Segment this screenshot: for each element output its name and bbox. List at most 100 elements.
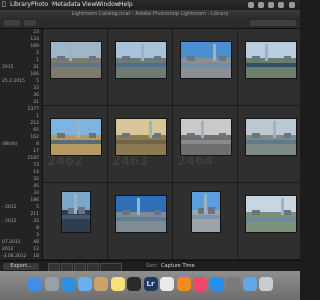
app-store-icon[interactable] bbox=[209, 277, 224, 291]
folder-row[interactable]: 2 bbox=[0, 50, 42, 57]
photo-thumbnail[interactable] bbox=[180, 118, 232, 156]
menu-metadata[interactable]: Metadata bbox=[52, 0, 80, 10]
grid-cell[interactable]: 2462 bbox=[43, 106, 108, 183]
folder-row[interactable]: (Wirth) 8 bbox=[0, 141, 42, 148]
photo-thumbnail[interactable] bbox=[245, 195, 297, 233]
folder-row[interactable]: 166 bbox=[0, 71, 42, 78]
safari-icon[interactable] bbox=[61, 277, 75, 291]
photos-icon[interactable] bbox=[160, 277, 174, 291]
menu-photo[interactable]: Photo bbox=[31, 0, 48, 10]
folder-count: 48 bbox=[33, 240, 39, 245]
folder-row[interactable]: 17 bbox=[0, 148, 42, 155]
finder-icon[interactable] bbox=[28, 277, 42, 291]
folder-row[interactable]: 211 bbox=[0, 211, 42, 218]
photo-thumbnail[interactable] bbox=[61, 191, 91, 233]
cell-index-number: 2464 bbox=[177, 154, 214, 169]
top-toolbar bbox=[0, 18, 300, 29]
vlc-icon[interactable] bbox=[176, 277, 191, 291]
menu-view[interactable]: View bbox=[82, 0, 96, 10]
wifi-icon[interactable] bbox=[258, 2, 264, 8]
folder-row[interactable]: 36 bbox=[0, 92, 42, 99]
grid-cell[interactable] bbox=[108, 29, 173, 106]
folder-count: 31 bbox=[33, 100, 39, 105]
folder-row[interactable]: 2187 bbox=[0, 155, 42, 162]
folder-count: 1 bbox=[36, 114, 39, 119]
folder-row[interactable]: 14 bbox=[0, 169, 42, 176]
menu-help[interactable]: Help bbox=[119, 0, 133, 10]
search-icon[interactable] bbox=[289, 2, 295, 8]
photo-thumbnail[interactable] bbox=[50, 41, 102, 79]
grid-cell[interactable] bbox=[108, 183, 173, 260]
grid-cell[interactable] bbox=[173, 183, 238, 260]
folder-count: 31 bbox=[33, 65, 39, 70]
folder-label: 07.2015 bbox=[2, 240, 21, 245]
folder-row[interactable]: 1 bbox=[0, 57, 42, 64]
photo-thumbnail[interactable] bbox=[245, 118, 297, 156]
music-icon[interactable] bbox=[193, 277, 207, 291]
folder-row[interactable]: -3.08.2012 18 bbox=[0, 253, 42, 260]
folder-count: 2187 bbox=[27, 156, 39, 161]
photo-thumbnail[interactable] bbox=[50, 118, 102, 156]
launchpad-icon[interactable] bbox=[44, 277, 59, 291]
folder-row[interactable]: 33 bbox=[0, 85, 42, 92]
folder-row[interactable]: 3 bbox=[0, 232, 42, 239]
grid-cell[interactable]: 2464 bbox=[173, 106, 238, 183]
grid-cell[interactable] bbox=[173, 29, 238, 106]
mail-icon[interactable] bbox=[77, 277, 92, 291]
folder-row[interactable]: 186 bbox=[0, 197, 42, 204]
grid-cell[interactable] bbox=[43, 29, 108, 106]
toolbar-button[interactable] bbox=[250, 20, 296, 26]
grid-cell[interactable] bbox=[238, 183, 300, 260]
photo-thumbnail[interactable] bbox=[115, 41, 167, 79]
folder-row[interactable]: 169 bbox=[0, 43, 42, 50]
photo-thumbnail[interactable] bbox=[115, 118, 167, 156]
system-preferences-icon[interactable] bbox=[226, 277, 240, 291]
photo-thumbnail[interactable] bbox=[115, 195, 167, 233]
grid-cell[interactable] bbox=[238, 29, 300, 106]
contacts-icon[interactable] bbox=[94, 277, 108, 291]
menu-window[interactable]: Window bbox=[96, 0, 120, 10]
folder-row[interactable]: 73 bbox=[0, 162, 42, 169]
folder-row[interactable]: 31 bbox=[0, 99, 42, 106]
export-button[interactable]: Export... bbox=[3, 263, 39, 270]
volume-icon[interactable] bbox=[278, 2, 284, 8]
photo-thumbnail[interactable] bbox=[191, 191, 221, 233]
folder-count: 8 bbox=[36, 226, 39, 231]
folder-row[interactable]: 32 bbox=[0, 176, 42, 183]
notes-icon[interactable] bbox=[110, 277, 125, 291]
folder-row[interactable]: 162 bbox=[0, 134, 42, 141]
folder-row[interactable]: 1377 bbox=[0, 106, 42, 113]
folder-row[interactable]: 45 bbox=[0, 183, 42, 190]
trash-icon[interactable] bbox=[259, 277, 273, 291]
folder-row[interactable]: 65 bbox=[0, 127, 42, 134]
folder-row[interactable]: - 2012 5 bbox=[0, 204, 42, 211]
folder-row[interactable]: 2015 31 bbox=[0, 64, 42, 71]
folder-row[interactable]: 212 bbox=[0, 120, 42, 127]
grid-cell[interactable] bbox=[238, 106, 300, 183]
folder-row[interactable]: 33 bbox=[0, 190, 42, 197]
menu-library[interactable]: Library bbox=[10, 0, 31, 10]
lightroom-icon[interactable]: Lr bbox=[143, 277, 158, 291]
menu-bar:  Library Photo Metadata View Window Hel… bbox=[0, 0, 300, 10]
status-menu-icon[interactable] bbox=[248, 2, 254, 8]
battery-icon[interactable] bbox=[268, 2, 274, 8]
folder-row[interactable]: 1 bbox=[0, 113, 42, 120]
folder-row[interactable]: 07.2015 48 bbox=[0, 239, 42, 246]
folder-row[interactable]: 2012 12 bbox=[0, 246, 42, 253]
folder-row[interactable]: - 2012 33 bbox=[0, 218, 42, 225]
folder-row[interactable]: 8 bbox=[0, 225, 42, 232]
grid-cell[interactable]: 2463 bbox=[108, 106, 173, 183]
sort-dropdown[interactable]: Capture Time bbox=[161, 263, 195, 270]
folder-row[interactable]: 25.2.2015 5 bbox=[0, 78, 42, 85]
folder-row[interactable]: 23 bbox=[0, 29, 42, 36]
toolbar-button[interactable] bbox=[4, 20, 20, 26]
toolbar-button[interactable] bbox=[24, 20, 36, 26]
photo-thumbnail[interactable] bbox=[180, 41, 232, 79]
grid-cell[interactable] bbox=[43, 183, 108, 260]
terminal-icon[interactable] bbox=[127, 277, 141, 291]
folder-row[interactable]: 133 bbox=[0, 36, 42, 43]
folder-icon[interactable] bbox=[242, 277, 257, 291]
photo-thumbnail[interactable] bbox=[245, 41, 297, 79]
apple-icon[interactable]:  bbox=[2, 0, 6, 10]
folder-count: 45 bbox=[33, 184, 39, 189]
